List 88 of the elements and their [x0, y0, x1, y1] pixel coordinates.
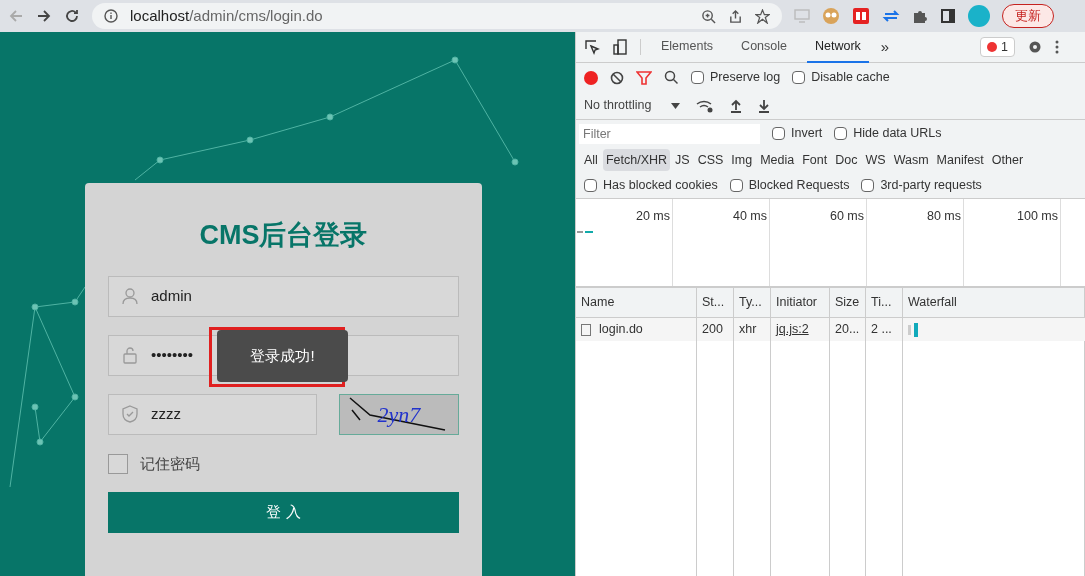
login-title: CMS后台登录 — [198, 219, 369, 252]
type-filter-tab[interactable]: Manifest — [933, 148, 987, 172]
table-cell-text: xhr — [739, 321, 757, 339]
table-cell-text: 20... — [835, 321, 860, 339]
inspect-icon[interactable] — [584, 39, 600, 55]
type-filter-tab[interactable]: Other — [988, 148, 1027, 172]
address-bar[interactable]: localhost/admin/cms/login.do — [92, 3, 782, 29]
type-filter-tab[interactable]: Fetch/XHR — [602, 148, 671, 172]
error-counter[interactable]: 1 — [980, 36, 1015, 58]
update-button[interactable]: 更新 — [1002, 4, 1054, 28]
captcha-image[interactable]: 2yn7 — [339, 393, 459, 435]
more-icon[interactable] — [1055, 40, 1059, 54]
timeline-label: 40 ms — [732, 208, 767, 225]
share-icon[interactable] — [728, 8, 743, 24]
remember-label: 记住密码 — [140, 453, 200, 474]
checkbox[interactable] — [792, 71, 806, 84]
checkbox-label: Preserve log — [710, 69, 781, 87]
timeline-label: 60 ms — [829, 208, 864, 225]
clear-icon[interactable] — [610, 70, 624, 85]
waterfall-bar-icon — [908, 322, 920, 337]
checkbox-label: 3rd-party requests — [880, 177, 982, 195]
column-header[interactable]: St... — [702, 293, 725, 312]
extension-icon[interactable] — [852, 7, 870, 25]
type-filter-tab[interactable]: WS — [862, 148, 889, 172]
type-filter-tab[interactable]: Img — [728, 148, 756, 172]
zoom-icon[interactable] — [701, 8, 716, 24]
checkbox[interactable] — [861, 179, 875, 192]
type-filter-tab[interactable]: JS — [672, 148, 693, 172]
puzzle-icon[interactable] — [912, 8, 928, 24]
timeline-bar-icon — [577, 231, 593, 233]
type-filter-tab[interactable]: Font — [799, 148, 831, 172]
type-filter-tab[interactable]: Media — [757, 148, 798, 172]
table-cell-text: 2 ... — [871, 321, 892, 339]
lock-icon — [121, 346, 139, 364]
settings-icon[interactable] — [1027, 39, 1043, 55]
checkbox[interactable] — [584, 179, 597, 192]
forward-icon[interactable] — [36, 8, 52, 24]
column-header[interactable]: Initiator — [776, 293, 817, 312]
username-field[interactable]: admin — [108, 275, 459, 317]
star-icon[interactable] — [755, 8, 770, 24]
column-header[interactable]: Name — [581, 293, 615, 312]
shield-icon — [121, 405, 139, 423]
search-icon[interactable] — [664, 70, 679, 85]
filter-icon[interactable] — [636, 70, 652, 85]
type-filter-tab[interactable]: CSS — [694, 148, 727, 172]
user-icon — [121, 287, 139, 305]
type-filter-tab[interactable]: Doc — [832, 148, 861, 172]
checkbox[interactable] — [834, 127, 848, 140]
more-tabs-button[interactable]: » — [880, 35, 890, 59]
checkbox-label: Invert — [791, 125, 823, 143]
timeline-label: 20 ms — [635, 208, 670, 225]
checkbox-label: Blocked Requests — [748, 177, 850, 195]
url-text: localhost/admin/cms/login.do — [130, 5, 323, 26]
filter-field[interactable]: Filter — [579, 123, 760, 144]
column-header[interactable]: Waterfall — [908, 293, 957, 312]
login-button[interactable]: 登 入 — [108, 492, 459, 533]
sidebar-icon[interactable] — [940, 8, 956, 24]
table-cell-text: login.do — [599, 321, 643, 339]
initiator-link[interactable]: jq.js:2 — [776, 320, 809, 339]
timeline-label: 80 ms — [926, 208, 961, 225]
checkbox-label: Has blocked cookies — [603, 177, 718, 195]
type-filter-tab[interactable]: All — [581, 148, 601, 172]
reload-icon[interactable] — [64, 8, 80, 24]
column-header[interactable]: Ty... — [739, 293, 762, 312]
throttling-dropdown[interactable]: No throttling — [584, 96, 681, 115]
captcha-field[interactable]: zzzz — [108, 393, 317, 435]
login-success-toast: 登录成功! — [217, 330, 348, 382]
devtools-tab[interactable]: Console — [733, 31, 795, 63]
record-button[interactable] — [584, 70, 598, 85]
file-icon — [581, 323, 591, 336]
timeline-label: 100 ms — [1017, 208, 1058, 225]
upload-icon[interactable] — [730, 98, 743, 113]
info-icon — [104, 9, 118, 23]
checkbox[interactable] — [691, 71, 704, 84]
type-filter-tab[interactable]: Wasm — [890, 148, 932, 172]
checkbox[interactable] — [729, 179, 743, 192]
checkbox-label: Hide data URLs — [853, 125, 942, 143]
column-header[interactable]: Size — [835, 293, 860, 312]
caret-icon — [671, 102, 681, 109]
checkbox[interactable] — [772, 127, 785, 140]
wifi-settings-icon[interactable] — [696, 98, 715, 113]
remember-checkbox[interactable] — [108, 453, 128, 474]
download-icon[interactable] — [758, 98, 771, 113]
device-icon[interactable] — [612, 39, 628, 55]
checkbox-label: Disable cache — [811, 69, 890, 87]
column-header[interactable]: Ti... — [871, 293, 892, 312]
table-cell-text: 200 — [702, 321, 723, 339]
devtools-tab[interactable]: Elements — [653, 31, 722, 63]
